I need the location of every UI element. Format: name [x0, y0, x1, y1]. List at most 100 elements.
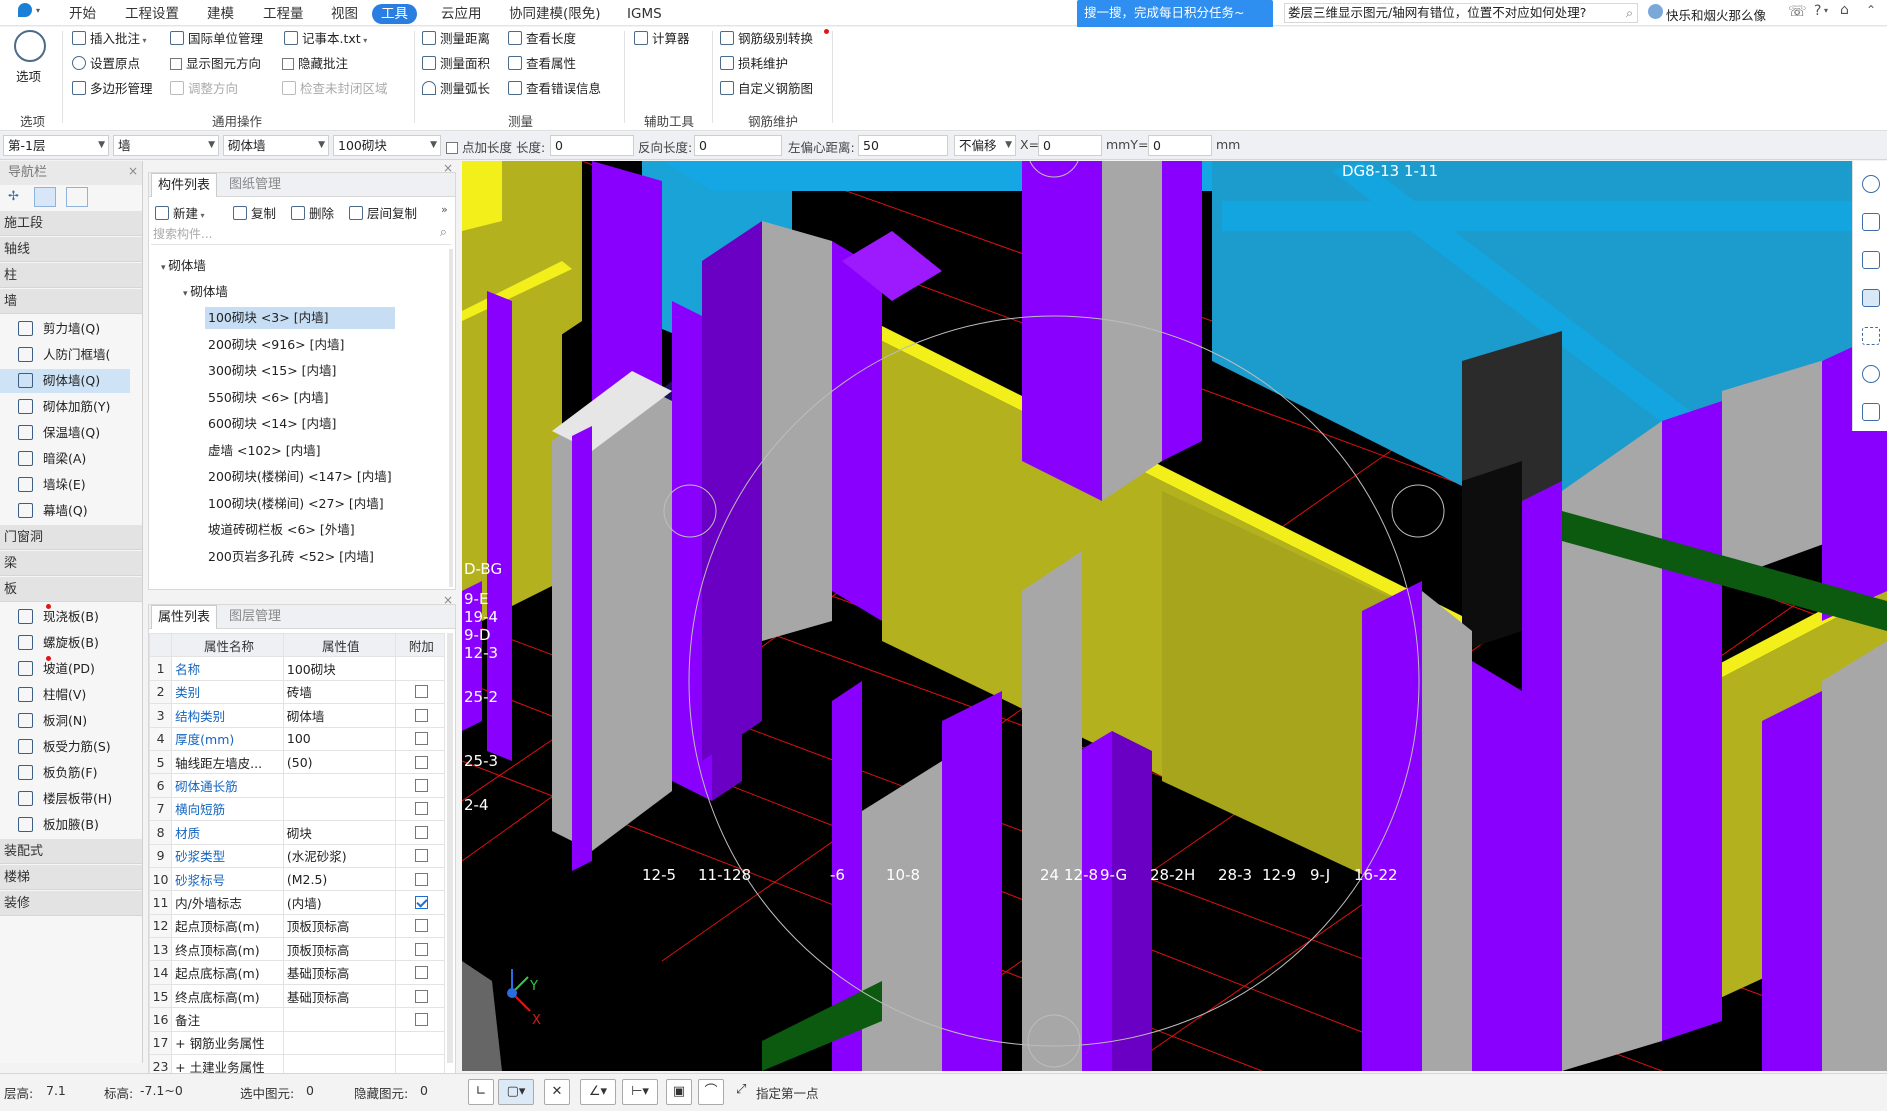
curve-button[interactable]: ⌒ [698, 1079, 724, 1105]
offset-mode-select[interactable]: 不偏移 ▼ [954, 135, 1016, 156]
component-search-input[interactable]: 搜索构件... ⌕ [151, 225, 451, 245]
more-icon[interactable]: » [441, 203, 448, 216]
nav-section-prefab[interactable]: 装配式 [0, 839, 142, 864]
list-view-icon[interactable] [34, 187, 56, 207]
scrollbar[interactable] [449, 249, 453, 587]
property-row[interactable]: 12 起点顶标高(m) 顶板顶标高 [148, 913, 446, 939]
extra-checkbox[interactable] [414, 919, 428, 933]
component-item[interactable]: 虚墙 <102> [内墙] [205, 440, 395, 462]
nav-item-slab-hole[interactable]: 板洞(N) [18, 709, 138, 733]
cross-select-button[interactable]: ✕ [544, 1079, 570, 1105]
extra-checkbox[interactable] [414, 708, 428, 722]
ortho-button[interactable]: ∟ [468, 1079, 494, 1105]
orbit-icon[interactable] [1862, 175, 1880, 193]
help-dropdown-icon[interactable]: ▾ [1824, 6, 1828, 15]
gear-icon[interactable] [14, 30, 46, 62]
property-row[interactable]: 2 类别 砖墙 [148, 679, 446, 705]
extra-checkbox[interactable] [414, 942, 428, 956]
help-icon[interactable]: ? [1814, 3, 1821, 19]
extra-checkbox[interactable] [414, 895, 428, 909]
nav-item-pilaster[interactable]: 墙垛(E) [18, 473, 138, 497]
measure-area-button[interactable]: 测量面积 [422, 54, 490, 74]
tab-properties[interactable]: 属性列表 [151, 605, 218, 629]
tab-component-list[interactable]: 构件列表 [151, 173, 218, 197]
3d-box-icon[interactable] [1862, 251, 1880, 269]
rebar-grade-button[interactable]: 钢筋级别转换 [720, 29, 813, 49]
scrollbar[interactable] [447, 633, 453, 1063]
property-value[interactable]: (水泥砂浆) [282, 843, 396, 868]
nav-section-axis[interactable]: 轴线 [0, 237, 142, 262]
component-item[interactable]: 200砌块(楼梯间) <147> [内墙] [205, 466, 395, 488]
property-value[interactable]: (M2.5) [282, 866, 396, 892]
view-props-button[interactable]: 查看属性 [508, 54, 576, 74]
type-select[interactable]: 砌体墙 ▼ [223, 135, 329, 156]
tree-subgroup[interactable]: ▾ 砌体墙 [183, 281, 228, 303]
adjust-direction-button[interactable]: 调整方向 [170, 79, 238, 99]
angle-button[interactable]: ∠▾ [580, 1079, 616, 1105]
3d-scene[interactable] [462, 161, 1887, 1071]
component-item[interactable]: 100砌块(楼梯间) <27> [内墙] [205, 493, 395, 515]
insert-note-button[interactable]: 插入批注 ▾ [72, 29, 147, 49]
dynamic-observe-icon[interactable] [1862, 365, 1880, 383]
property-value[interactable]: 顶板顶标高 [282, 937, 396, 962]
extra-checkbox[interactable] [414, 732, 428, 746]
property-row[interactable]: 8 材质 砌块 [148, 820, 446, 845]
nav-item-masonry-rebar[interactable]: 砌体加筋(Y) [18, 395, 138, 419]
extra-checkbox[interactable] [414, 1012, 428, 1026]
2d-view-icon[interactable] [1862, 213, 1880, 231]
delete-button[interactable]: 删除 [291, 203, 334, 222]
property-row[interactable]: 3 结构类别 砌体墙 [148, 703, 446, 728]
options-button[interactable]: 选项 [16, 67, 41, 87]
nav-item-insulation-wall[interactable]: 保温墙(Q) [18, 421, 138, 445]
nav-item-hidden-beam[interactable]: 暗梁(A) [18, 447, 138, 471]
nav-section-wall[interactable]: 墙 [0, 289, 142, 314]
property-row[interactable]: 1 名称 100砌块 [148, 656, 446, 681]
nav-section-beam[interactable]: 梁 [0, 551, 142, 576]
property-row[interactable]: 14 起点底标高(m) 基础顶标高 [148, 960, 446, 985]
nav-item-column-cap[interactable]: 柱帽(V) [18, 683, 138, 707]
display-button[interactable]: ▣ [666, 1079, 692, 1105]
component-item[interactable]: 200砌块 <916> [内墙] [205, 334, 395, 356]
y-input[interactable]: 0 [1148, 135, 1212, 156]
nav-item-shear-wall[interactable]: 剪力墙(Q) [18, 317, 138, 341]
nav-item-slab-haunch[interactable]: 板加腋(B) [18, 813, 138, 837]
property-value[interactable]: 顶板顶标高 [282, 913, 396, 939]
layer-display-icon[interactable] [1862, 403, 1880, 421]
extra-checkbox[interactable] [414, 685, 428, 699]
tree-root[interactable]: ▾ 砌体墙 [161, 255, 206, 277]
hide-note-checkbox[interactable]: 隐藏批注 [282, 54, 348, 74]
menu-project-settings[interactable]: 工程设置 [116, 4, 188, 24]
property-row[interactable]: 5 轴线距左墙皮... (50) [148, 749, 446, 775]
user-name[interactable]: 快乐和烟火那么像 [1666, 5, 1766, 24]
extra-checkbox[interactable] [414, 872, 428, 886]
property-value[interactable]: 100 [282, 726, 396, 751]
property-value[interactable]: 砌块 [282, 820, 396, 845]
skin-icon[interactable]: ⌂ [1840, 2, 1849, 18]
question-search-input[interactable]: 娄层三维显示图元/轴网有错位，位置不对应如何处理? ⌕ [1284, 3, 1638, 23]
nav-item-ramp[interactable]: 坡道(PD) [18, 657, 138, 681]
set-origin-button[interactable]: 设置原点 [72, 54, 140, 74]
notepad-button[interactable]: 记事本.txt ▾ [284, 29, 367, 49]
search-icon[interactable]: ⌕ [1626, 4, 1633, 22]
extra-checkbox[interactable] [414, 989, 428, 1003]
nav-section-construction[interactable]: 施工段 [0, 211, 142, 236]
property-value[interactable] [282, 1030, 396, 1056]
check-unclosed-button[interactable]: 检查未封闭区域 [282, 79, 388, 99]
left-offset-input[interactable]: 50 [858, 135, 948, 156]
custom-rebar-button[interactable]: 自定义钢筋图 [720, 79, 813, 99]
tab-layer-mgmt[interactable]: 图层管理 [223, 605, 287, 629]
object-snap-button[interactable]: ▢▾ [498, 1079, 534, 1105]
property-value[interactable]: (内墙) [282, 890, 396, 915]
close-icon[interactable]: × [128, 164, 138, 178]
view-length-button[interactable]: 查看长度 [508, 29, 576, 49]
chat-icon[interactable]: ☏ [1788, 2, 1807, 20]
property-value[interactable]: (50) [282, 749, 396, 775]
extra-checkbox[interactable] [414, 849, 428, 863]
loss-maint-button[interactable]: 损耗维护 [720, 54, 788, 74]
property-value[interactable]: 砌体墙 [282, 703, 396, 728]
user-avatar[interactable] [1648, 4, 1663, 19]
nav-item-curtain-wall[interactable]: 幕墙(Q) [18, 499, 138, 523]
3d-display-icon[interactable] [1862, 289, 1880, 307]
extra-checkbox[interactable] [414, 779, 428, 793]
property-row[interactable]: 9 砂浆类型 (水泥砂浆) [148, 843, 446, 868]
